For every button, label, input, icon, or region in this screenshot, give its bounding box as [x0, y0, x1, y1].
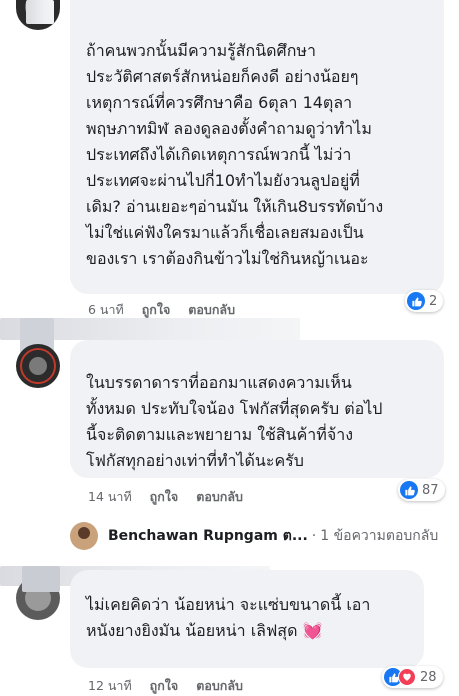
commenter-avatar[interactable] [16, 344, 60, 388]
comment-text: ไม่เคยคิดว่า น้อยหน่า จะแซ่บขนาดนี้ เอา … [86, 595, 371, 640]
commenter-name-redacted [22, 566, 60, 592]
comment-text: ในบรรดาดาราที่ออกมาแสดงความเห็น ทั้งหมด … [86, 373, 383, 470]
comment-meta: 12 นาที ถูกใจ ตอบกลับ [88, 676, 257, 696]
reaction-summary[interactable]: 2 [405, 290, 444, 312]
comment-meta: 14 นาที ถูกใจ ตอบกลับ [88, 487, 257, 507]
reply-button[interactable]: ตอบกลับ [196, 487, 243, 507]
reply-preview[interactable]: Benchawan Rupngam ต... · 1 ข้อความตอบกลั… [70, 512, 438, 560]
replier-name[interactable]: Benchawan Rupngam ต... [108, 525, 308, 547]
reply-count[interactable]: 1 ข้อความตอบกลับ [320, 525, 438, 547]
reaction-count: 2 [429, 293, 438, 309]
reaction-count: 28 [420, 669, 437, 685]
like-button[interactable]: ถูกใจ [150, 676, 179, 696]
comment-bubble: ในบรรดาดาราที่ออกมาแสดงความเห็น ทั้งหมด … [70, 340, 444, 478]
replier-avatar[interactable] [70, 522, 98, 550]
like-button[interactable]: ถูกใจ [150, 487, 179, 507]
reaction-summary[interactable]: 28 [382, 666, 443, 688]
like-icon [407, 292, 425, 310]
commenter-name-redacted [26, 0, 54, 24]
comment-time[interactable]: 6 นาที [88, 300, 124, 320]
comment-meta: 6 นาที ถูกใจ ตอบกลับ [88, 300, 249, 320]
like-button[interactable]: ถูกใจ [142, 300, 171, 320]
heart-icon [398, 668, 416, 686]
separator-dot: · [311, 528, 317, 544]
reply-button[interactable]: ตอบกลับ [196, 676, 243, 696]
reaction-count: 87 [422, 482, 439, 498]
reply-button[interactable]: ตอบกลับ [188, 300, 235, 320]
comment-text: ถ้าคนพวกนั้นมีความรู้สักนิดศึกษา ประวัติ… [86, 41, 384, 268]
comment-bubble: ถ้าคนพวกนั้นมีความรู้สักนิดศึกษา ประวัติ… [70, 0, 444, 294]
like-icon [400, 481, 418, 499]
reaction-summary[interactable]: 87 [398, 479, 445, 501]
comment-bubble: ไม่เคยคิดว่า น้อยหน่า จะแซ่บขนาดนี้ เอา … [70, 570, 424, 668]
comment-time[interactable]: 14 นาที [88, 487, 132, 507]
comment-time[interactable]: 12 นาที [88, 676, 132, 696]
